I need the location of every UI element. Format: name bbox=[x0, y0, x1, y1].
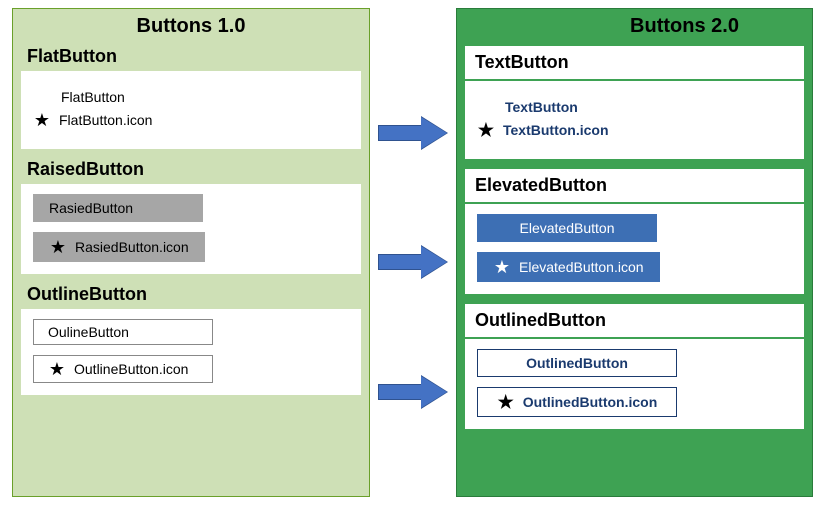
group-title-outlined: OutlinedButton bbox=[465, 304, 804, 337]
elevatedbutton-plain[interactable]: ElevatedButton bbox=[477, 214, 657, 242]
star-icon: ★ bbox=[477, 121, 495, 139]
outlinedbutton-plain[interactable]: OutlinedButton bbox=[477, 349, 677, 377]
arrow-icon bbox=[378, 247, 448, 277]
group-flatbutton: FlatButton FlatButton ★ FlatButton.icon bbox=[13, 42, 369, 155]
group-title-raised: RaisedButton bbox=[21, 155, 361, 184]
group-title-text: TextButton bbox=[465, 46, 804, 79]
outlinedbutton-icon[interactable]: ★ OutlinedButton.icon bbox=[477, 387, 677, 417]
elevatedbutton-icon-label: ElevatedButton.icon bbox=[519, 259, 644, 275]
card-outline: OulineButton ★ OutlineButton.icon bbox=[21, 309, 361, 395]
flatbutton-plain[interactable]: FlatButton bbox=[33, 89, 349, 105]
outlinebutton-icon-label: OutlineButton.icon bbox=[74, 361, 188, 377]
group-outlinedbutton: OutlinedButton OutlinedButton ★ Outlined… bbox=[457, 300, 812, 435]
arrows-column bbox=[370, 8, 456, 497]
group-title-outline: OutlineButton bbox=[21, 280, 361, 309]
textbutton-icon-label: TextButton.icon bbox=[503, 122, 609, 138]
panel-title-left: Buttons 1.0 bbox=[13, 9, 369, 42]
group-raisedbutton: RaisedButton RasiedButton ★ RasiedButton… bbox=[13, 155, 369, 280]
card-outlined: OutlinedButton ★ OutlinedButton.icon bbox=[465, 339, 804, 429]
group-elevatedbutton: ElevatedButton ElevatedButton ★ Elevated… bbox=[457, 165, 812, 300]
flatbutton-icon-label: FlatButton.icon bbox=[59, 112, 152, 128]
outlinedbutton-plain-label: OutlinedButton bbox=[526, 355, 628, 371]
card-raised: RasiedButton ★ RasiedButton.icon bbox=[21, 184, 361, 274]
star-icon: ★ bbox=[48, 360, 66, 378]
group-outlinebutton: OutlineButton OulineButton ★ OutlineButt… bbox=[13, 280, 369, 401]
arrow-icon bbox=[378, 118, 448, 148]
group-title-elevated: ElevatedButton bbox=[465, 169, 804, 202]
card-elevated: ElevatedButton ★ ElevatedButton.icon bbox=[465, 204, 804, 294]
buttons-1-panel: Buttons 1.0 FlatButton FlatButton ★ Flat… bbox=[12, 8, 370, 497]
star-icon: ★ bbox=[493, 258, 511, 276]
star-icon: ★ bbox=[33, 111, 51, 129]
outlinedbutton-icon-label: OutlinedButton.icon bbox=[523, 394, 658, 410]
outlinebutton-plain[interactable]: OulineButton bbox=[33, 319, 213, 345]
raisedbutton-icon[interactable]: ★ RasiedButton.icon bbox=[33, 232, 205, 262]
outlinebutton-icon[interactable]: ★ OutlineButton.icon bbox=[33, 355, 213, 383]
outlinebutton-plain-label: OulineButton bbox=[48, 324, 129, 340]
group-title-flat: FlatButton bbox=[21, 42, 361, 71]
card-flat: FlatButton ★ FlatButton.icon bbox=[21, 71, 361, 149]
elevatedbutton-icon[interactable]: ★ ElevatedButton.icon bbox=[477, 252, 660, 282]
textbutton-icon[interactable]: ★ TextButton.icon bbox=[477, 121, 792, 139]
star-icon: ★ bbox=[497, 393, 515, 411]
card-text: TextButton ★ TextButton.icon bbox=[465, 81, 804, 159]
raisedbutton-plain-label: RasiedButton bbox=[49, 200, 133, 216]
group-textbutton: TextButton TextButton ★ TextButton.icon bbox=[457, 42, 812, 165]
star-icon: ★ bbox=[49, 238, 67, 256]
flatbutton-plain-label: FlatButton bbox=[61, 89, 125, 105]
buttons-2-panel: Buttons 2.0 TextButton TextButton ★ Text… bbox=[456, 8, 813, 497]
flatbutton-icon[interactable]: ★ FlatButton.icon bbox=[33, 111, 349, 129]
panel-title-right: Buttons 2.0 bbox=[457, 9, 812, 42]
elevatedbutton-plain-label: ElevatedButton bbox=[520, 220, 615, 236]
textbutton-plain-label: TextButton bbox=[505, 99, 578, 115]
raisedbutton-icon-label: RasiedButton.icon bbox=[75, 239, 189, 255]
textbutton-plain[interactable]: TextButton bbox=[477, 99, 792, 115]
arrow-icon bbox=[378, 377, 448, 407]
raisedbutton-plain[interactable]: RasiedButton bbox=[33, 194, 203, 222]
